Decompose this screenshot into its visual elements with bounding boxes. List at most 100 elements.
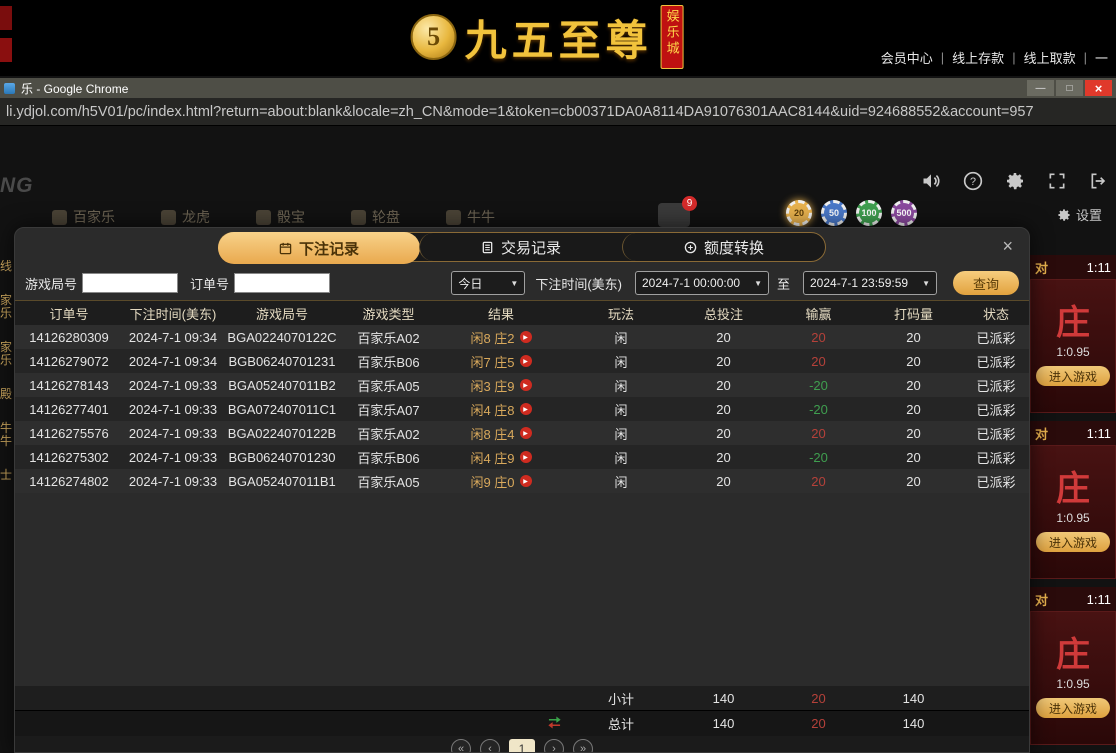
- category-tab[interactable]: 轮盘: [351, 207, 400, 227]
- cell-round-no: BGA052407011B2: [223, 378, 341, 393]
- date-to-select[interactable]: 2024-7-1 23:59:59 ▼: [803, 271, 937, 295]
- video-replay-icon[interactable]: ▶: [520, 379, 532, 391]
- cell-play-type: 闲: [566, 376, 676, 395]
- game-round-label: 游戏局号: [25, 274, 77, 293]
- cell-turnover: 20: [866, 426, 961, 441]
- table-row: 141262790722024-7-1 09:34BGB06240701231百…: [15, 349, 1029, 373]
- cell-game-type: 百家乐A07: [341, 400, 436, 419]
- panel-timer-bar: 对1:11: [1030, 255, 1116, 279]
- prev-page-button[interactable]: ‹: [480, 739, 500, 753]
- gear-icon[interactable]: [1004, 170, 1026, 192]
- cell-bet-time: 2024-7-1 09:33: [123, 450, 223, 465]
- bet-chip[interactable]: 500: [891, 200, 917, 226]
- close-icon[interactable]: ×: [1002, 237, 1013, 255]
- game-panel-partial: 对1:11庄1:0.95进入游戏: [1030, 255, 1116, 413]
- query-button[interactable]: 查询: [953, 271, 1019, 295]
- category-tab[interactable]: 牛牛: [446, 207, 495, 227]
- cell-turnover: 20: [866, 378, 961, 393]
- svg-text:?: ?: [970, 176, 976, 188]
- cell-status: 已派彩: [961, 376, 1029, 395]
- game-round-input[interactable]: [82, 273, 178, 293]
- cell-turnover: 20: [866, 354, 961, 369]
- help-icon[interactable]: ?: [962, 170, 984, 192]
- sum-win-loss: 20: [771, 691, 866, 706]
- cell-result: 闲9 庄0▶: [436, 472, 566, 491]
- pair-bet-label: 对: [1035, 590, 1048, 609]
- category-tab[interactable]: 龙虎: [161, 207, 210, 227]
- fullscreen-icon[interactable]: [1046, 170, 1068, 192]
- cell-turnover: 20: [866, 474, 961, 489]
- minimize-button[interactable]: —: [1027, 80, 1054, 96]
- cell-bet-time: 2024-7-1 09:34: [123, 330, 223, 345]
- column-header: 游戏局号: [223, 304, 341, 323]
- cell-result: 闲4 庄9▶: [436, 448, 566, 467]
- sum-turnover: 140: [866, 691, 961, 706]
- video-replay-icon[interactable]: ▶: [520, 475, 532, 487]
- cell-order-no: 14126275302: [15, 450, 123, 465]
- cell-play-type: 闲: [566, 448, 676, 467]
- cell-status: 已派彩: [961, 400, 1029, 419]
- cell-game-type: 百家乐A02: [341, 424, 436, 443]
- panel-timer-bar: 对1:11: [1030, 587, 1116, 611]
- top-nav: 会员中心|线上存款|线上取款|一: [881, 48, 1108, 67]
- video-replay-icon[interactable]: ▶: [520, 451, 532, 463]
- close-window-button[interactable]: ×: [1085, 80, 1112, 96]
- bet-records-modal: 下注记录交易记录额度转换 × 游戏局号 订单号 今日 ▼ 下注时间(美东) 20…: [14, 227, 1030, 753]
- to-label: 至: [777, 274, 790, 293]
- nav-link[interactable]: 会员中心: [881, 48, 933, 67]
- cell-win-loss: 20: [771, 474, 866, 489]
- range-select[interactable]: 今日 ▼: [451, 271, 525, 295]
- cell-order-no: 14126277401: [15, 402, 123, 417]
- category-tab[interactable]: 骰宝: [256, 207, 305, 227]
- video-replay-icon[interactable]: ▶: [520, 331, 532, 343]
- bet-chip[interactable]: 50: [821, 200, 847, 226]
- cell-game-type: 百家乐A02: [341, 328, 436, 347]
- column-header: 状态: [961, 304, 1030, 323]
- nav-link[interactable]: 线上存款: [952, 48, 1004, 67]
- cell-result: 闲7 庄5▶: [436, 352, 566, 371]
- brand-title: 九五至尊: [465, 7, 653, 68]
- order-input[interactable]: [234, 273, 330, 293]
- nav-link[interactable]: 一: [1095, 48, 1108, 67]
- refresh-icon[interactable]: [547, 716, 562, 732]
- settings-button[interactable]: 设置: [1057, 205, 1102, 224]
- cell-total-bet: 20: [676, 402, 771, 417]
- enter-game-button[interactable]: 进入游戏: [1036, 532, 1110, 552]
- tab-transaction-records[interactable]: 交易记录: [419, 233, 622, 261]
- bet-chip[interactable]: 20: [786, 200, 812, 226]
- logout-icon[interactable]: [1088, 170, 1110, 192]
- window-title: 乐 - Google Chrome: [21, 80, 128, 97]
- tab-bet-records[interactable]: 下注记录: [218, 232, 420, 264]
- video-replay-icon[interactable]: ▶: [520, 427, 532, 439]
- cell-bet-time: 2024-7-1 09:33: [123, 378, 223, 393]
- bet-chip[interactable]: 100: [856, 200, 882, 226]
- first-page-button[interactable]: «: [451, 739, 471, 753]
- next-page-button[interactable]: ›: [544, 739, 564, 753]
- current-page-input[interactable]: 1: [509, 739, 535, 753]
- cell-status: 已派彩: [961, 424, 1029, 443]
- table-header: 订单号下注时间(美东)游戏局号游戏类型结果玩法总投注输赢打码量状态: [15, 300, 1029, 325]
- notification-button[interactable]: 9: [658, 203, 690, 227]
- enter-game-button[interactable]: 进入游戏: [1036, 698, 1110, 718]
- last-page-button[interactable]: »: [573, 739, 593, 753]
- volume-icon[interactable]: [920, 170, 942, 192]
- video-replay-icon[interactable]: ▶: [520, 403, 532, 415]
- enter-game-button[interactable]: 进入游戏: [1036, 366, 1110, 386]
- result-text: 闲8 庄4: [470, 424, 514, 443]
- cell-total-bet: 20: [676, 354, 771, 369]
- right-game-panels: 对1:11庄1:0.95进入游戏对1:11庄1:0.95进入游戏对1:11庄1:…: [1030, 255, 1116, 753]
- nav-separator: |: [941, 50, 944, 65]
- tab-quota-transfer[interactable]: 额度转换: [622, 233, 825, 261]
- nav-link[interactable]: 线上取款: [1024, 48, 1076, 67]
- date-to-value: 2024-7-1 23:59:59: [810, 276, 908, 290]
- category-tab[interactable]: 百家乐: [52, 207, 115, 227]
- cell-play-type: 闲: [566, 472, 676, 491]
- video-replay-icon[interactable]: ▶: [520, 355, 532, 367]
- sum-turnover: 140: [866, 716, 961, 731]
- chevron-down-icon: ▼: [510, 279, 518, 288]
- date-from-select[interactable]: 2024-7-1 00:00:00 ▼: [635, 271, 769, 295]
- browser-urlbar[interactable]: li.ydjol.com/h5V01/pc/index.html?return=…: [0, 98, 1116, 126]
- calendar-icon: [279, 242, 292, 255]
- date-from-value: 2024-7-1 00:00:00: [642, 276, 740, 290]
- maximize-button[interactable]: □: [1056, 80, 1083, 96]
